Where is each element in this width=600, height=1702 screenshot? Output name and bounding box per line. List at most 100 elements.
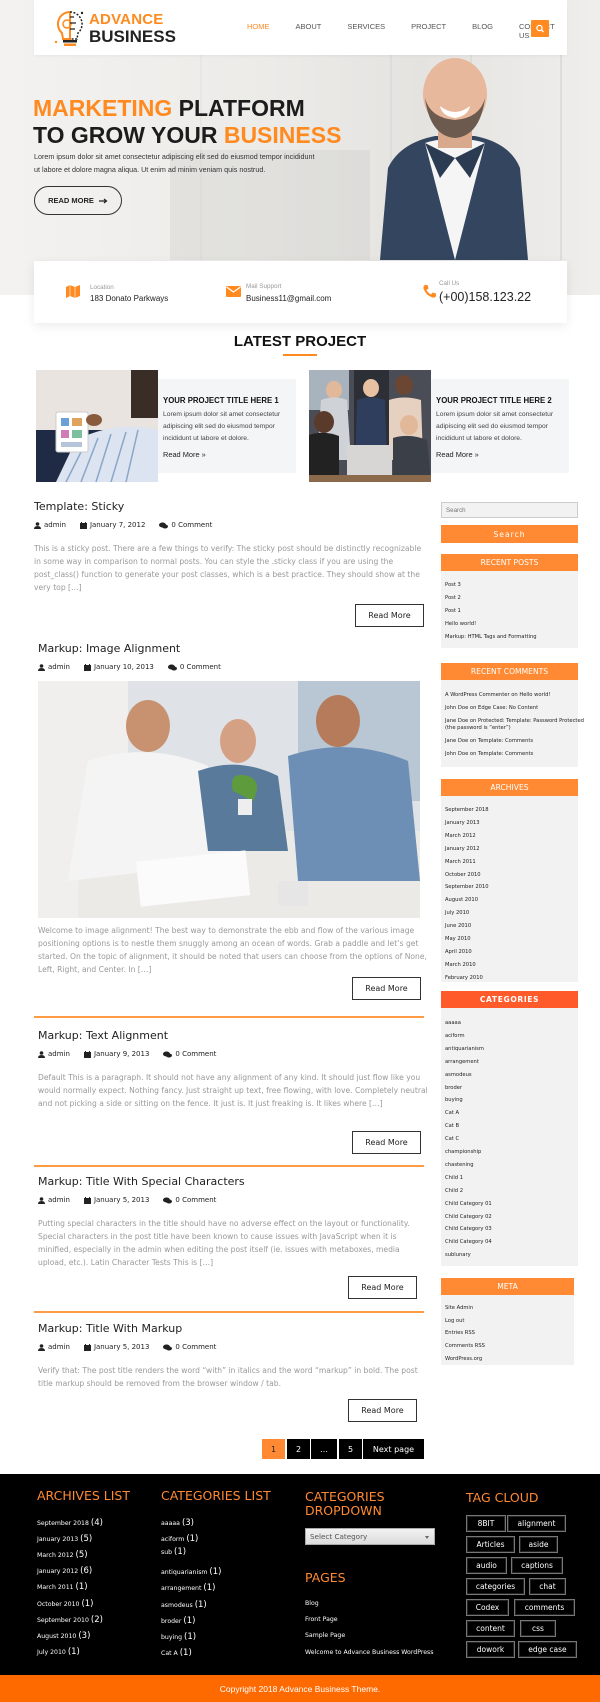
tag-link[interactable]: captions — [511, 1557, 563, 1574]
nav-home[interactable]: HOME — [247, 22, 270, 40]
post-author[interactable]: admin — [48, 1196, 70, 1204]
tag-link[interactable]: 8BIT — [466, 1515, 506, 1532]
post-date[interactable]: January 5, 2013 — [94, 1196, 149, 1204]
sidebar-search-button[interactable]: Search — [441, 525, 578, 543]
tag-link[interactable]: css — [520, 1620, 556, 1637]
category-link[interactable]: buying — [445, 1097, 463, 1103]
meta-link[interactable]: Site Admin — [445, 1305, 473, 1311]
recent-post-link[interactable]: Hello world! — [445, 621, 476, 627]
post-title[interactable]: Markup: Title With Markup — [38, 1322, 182, 1335]
recent-post-link[interactable]: Markup: HTML Tags and Formatting — [445, 634, 537, 640]
archive-link[interactable]: March 2010 — [445, 962, 476, 968]
category-select[interactable]: Select Category — [305, 1528, 435, 1545]
project-title[interactable]: YOUR PROJECT TITLE HERE 2 — [436, 396, 552, 405]
post-title[interactable]: Markup: Image Alignment — [38, 642, 180, 655]
archive-link[interactable]: January 2012 — [445, 846, 480, 852]
post-date[interactable]: January 7, 2012 — [90, 521, 145, 529]
post-author[interactable]: admin — [48, 663, 70, 671]
tag-link[interactable]: Articles — [466, 1536, 515, 1553]
footer-archive-link[interactable]: March 2012 (5) — [37, 1550, 88, 1560]
category-link[interactable]: Child 2 — [445, 1188, 463, 1194]
post-date[interactable]: January 10, 2013 — [94, 663, 154, 671]
recent-comment-link[interactable]: A WordPress Commenter on Hello world! — [445, 692, 551, 698]
archive-link[interactable]: September 2010 — [445, 884, 489, 890]
read-more-button[interactable]: Read More — [352, 977, 421, 1000]
tag-link[interactable]: comments — [514, 1599, 575, 1616]
read-more-button[interactable]: Read More — [355, 604, 424, 627]
page-1-button[interactable]: 1 — [262, 1439, 285, 1459]
footer-archive-link[interactable]: March 2011 (1) — [37, 1582, 88, 1592]
post-title[interactable]: Markup: Text Alignment — [38, 1029, 168, 1042]
footer-category-link[interactable]: asmodeus (1) — [161, 1600, 207, 1610]
archive-link[interactable]: February 2010 — [445, 975, 483, 981]
tag-link[interactable]: alignment — [507, 1515, 566, 1532]
category-link[interactable]: aaaaa — [445, 1020, 461, 1026]
category-link[interactable]: Child Category 03 — [445, 1226, 492, 1232]
meta-link[interactable]: Entries RSS — [445, 1330, 475, 1336]
post-author[interactable]: admin — [44, 521, 66, 529]
category-link[interactable]: broder — [445, 1085, 462, 1091]
footer-archive-link[interactable]: September 2018 (4) — [37, 1518, 103, 1528]
site-logo[interactable]: ADVANCE BUSINESS — [54, 7, 184, 49]
category-link[interactable]: antiquarianism — [445, 1046, 484, 1052]
category-link[interactable]: Child Category 04 — [445, 1239, 492, 1245]
footer-page-link[interactable]: Blog — [305, 1600, 319, 1607]
tag-link[interactable]: dowork — [466, 1641, 515, 1658]
tag-link[interactable]: aside — [519, 1536, 558, 1553]
nav-blog[interactable]: BLOG — [472, 22, 493, 40]
footer-page-link[interactable]: Front Page — [305, 1616, 338, 1623]
category-link[interactable]: arrangement — [445, 1059, 479, 1065]
post-title[interactable]: Template: Sticky — [34, 500, 124, 513]
recent-comment-link[interactable]: Jane Doe on Protected: Template: Passwor… — [445, 718, 584, 724]
project-title[interactable]: YOUR PROJECT TITLE HERE 1 — [163, 396, 279, 405]
recent-post-link[interactable]: Post 2 — [445, 595, 461, 601]
post-date[interactable]: January 9, 2013 — [94, 1050, 149, 1058]
recent-post-link[interactable]: Post 3 — [445, 582, 461, 588]
meta-link[interactable]: Log out — [445, 1318, 464, 1324]
category-link[interactable]: aciform — [445, 1033, 465, 1039]
meta-link[interactable]: Comments RSS — [445, 1343, 485, 1349]
project-read-more-link[interactable]: Read More » — [436, 450, 479, 459]
footer-archive-link[interactable]: January 2012 (6) — [37, 1566, 92, 1576]
post-author[interactable]: admin — [48, 1050, 70, 1058]
nav-search-button[interactable] — [531, 20, 549, 37]
archive-link[interactable]: March 2012 — [445, 833, 476, 839]
category-link[interactable]: Child Category 02 — [445, 1214, 492, 1220]
read-more-button[interactable]: Read More — [352, 1131, 421, 1154]
footer-category-link[interactable]: sub (1) — [161, 1547, 186, 1557]
post-date[interactable]: January 5, 2013 — [94, 1343, 149, 1351]
archive-link[interactable]: May 2010 — [445, 936, 471, 942]
tag-link[interactable]: content — [466, 1620, 515, 1637]
archive-link[interactable]: April 2010 — [445, 949, 472, 955]
page-2-button[interactable]: 2 — [287, 1439, 310, 1459]
tag-link[interactable]: chat — [529, 1578, 566, 1595]
tag-link[interactable]: audio — [466, 1557, 507, 1574]
archive-link[interactable]: October 2010 — [445, 872, 481, 878]
category-link[interactable]: Child Category 01 — [445, 1201, 492, 1207]
footer-page-link[interactable]: Welcome to Advance Business WordPress — [305, 1649, 434, 1656]
nav-services[interactable]: SERVICES — [347, 22, 385, 40]
read-more-button[interactable]: Read More — [348, 1276, 417, 1299]
footer-archive-link[interactable]: September 2010 (2) — [37, 1615, 103, 1625]
read-more-button[interactable]: Read More — [348, 1399, 417, 1422]
footer-page-link[interactable]: Sample Page — [305, 1632, 345, 1639]
recent-comment-link[interactable]: Jane Doe on Template: Comments — [445, 738, 533, 744]
nav-project[interactable]: PROJECT — [411, 22, 446, 40]
footer-category-link[interactable]: broder (1) — [161, 1616, 195, 1626]
archive-link[interactable]: June 2010 — [445, 923, 471, 929]
footer-category-link[interactable]: Cat A (1) — [161, 1648, 192, 1658]
archive-link[interactable]: August 2010 — [445, 897, 478, 903]
page-5-button[interactable]: 5 — [339, 1439, 362, 1459]
post-comments[interactable]: 0 Comment — [180, 663, 221, 671]
category-link[interactable]: Cat B — [445, 1123, 459, 1129]
category-link[interactable]: Cat A — [445, 1110, 459, 1116]
category-link[interactable]: chastening — [445, 1162, 474, 1168]
sidebar-search-input[interactable] — [441, 502, 578, 518]
category-link[interactable]: asmodeus — [445, 1072, 472, 1078]
project-read-more-link[interactable]: Read More » — [163, 450, 206, 459]
meta-link[interactable]: WordPress.org — [445, 1356, 482, 1362]
recent-post-link[interactable]: Post 1 — [445, 608, 461, 614]
category-link[interactable]: Cat C — [445, 1136, 459, 1142]
footer-archive-link[interactable]: August 2010 (3) — [37, 1631, 90, 1641]
post-comments[interactable]: 0 Comment — [175, 1196, 216, 1204]
